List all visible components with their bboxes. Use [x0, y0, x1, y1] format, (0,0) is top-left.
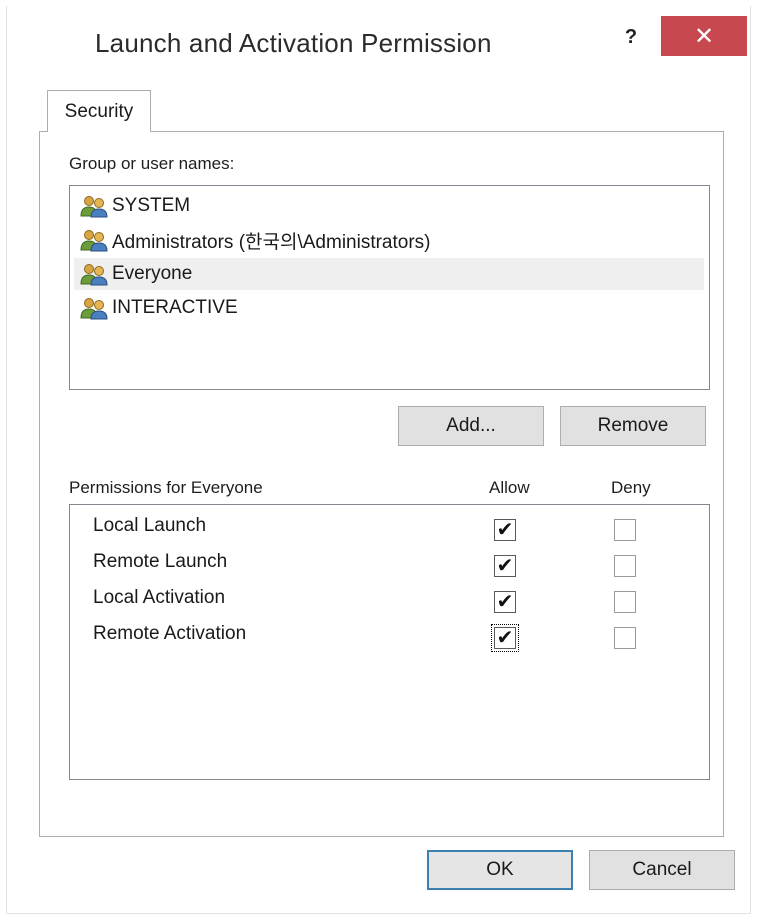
help-button[interactable]: ? — [613, 20, 649, 54]
deny-checkbox[interactable] — [614, 627, 636, 649]
security-tab-panel: Group or user names: SYSTEM Administrator… — [39, 131, 724, 837]
dialog-window: Launch and Activation Permission ? ✕ Sec… — [6, 6, 751, 914]
user-name: INTERACTIVE — [112, 297, 238, 318]
user-name: Administrators (한국의\Administrators) — [112, 231, 431, 253]
users-group-icon — [80, 296, 108, 320]
permissions-list: Local Launch ✔ Remote Launch ✔ Local Activat… — [69, 504, 710, 780]
permission-row: Local Activation ✔ — [70, 583, 709, 619]
allow-checkbox[interactable]: ✔ — [494, 519, 516, 541]
permissions-label: Permissions for Everyone — [69, 478, 263, 497]
checkmark-icon: ✔ — [496, 519, 514, 541]
user-list-item[interactable]: Everyone — [74, 258, 704, 290]
ok-button[interactable]: OK — [427, 850, 573, 890]
permission-name: Remote Launch — [93, 551, 228, 572]
checkmark-icon: ✔ — [496, 627, 514, 649]
allow-checkbox[interactable]: ✔ — [494, 555, 516, 577]
close-icon: ✕ — [693, 22, 715, 50]
group-or-user-names-label: Group or user names: — [69, 154, 235, 173]
add-button[interactable]: Add... — [398, 406, 544, 446]
close-button[interactable]: ✕ — [661, 16, 747, 56]
user-name: Everyone — [112, 263, 193, 284]
permission-row: Remote Launch ✔ — [70, 547, 709, 583]
checkmark-icon: ✔ — [496, 555, 514, 577]
title-bar: Launch and Activation Permission ? ✕ — [7, 6, 750, 78]
deny-checkbox[interactable] — [614, 519, 636, 541]
checkmark-icon: ✔ — [496, 591, 514, 613]
user-name: SYSTEM — [112, 195, 191, 216]
tab-security[interactable]: Security — [47, 90, 151, 132]
allow-column-header: Allow — [489, 478, 530, 497]
deny-checkbox[interactable] — [614, 591, 636, 613]
user-listbox[interactable]: SYSTEM Administrators (한국의\Administrators… — [69, 185, 710, 390]
permission-name: Local Activation — [93, 587, 226, 608]
user-list-item[interactable]: INTERACTIVE — [74, 292, 704, 324]
permission-name: Remote Activation — [93, 623, 247, 644]
cancel-button[interactable]: Cancel — [589, 850, 735, 890]
remove-button[interactable]: Remove — [560, 406, 706, 446]
permission-row: Remote Activation ✔ — [70, 619, 709, 655]
deny-checkbox[interactable] — [614, 555, 636, 577]
users-group-icon — [80, 228, 108, 252]
permission-row: Local Launch ✔ — [70, 511, 709, 547]
users-group-icon — [80, 262, 108, 286]
deny-column-header: Deny — [611, 478, 651, 497]
user-list-item[interactable]: SYSTEM — [74, 190, 704, 222]
allow-checkbox[interactable]: ✔ — [491, 624, 519, 652]
users-group-icon — [80, 194, 108, 218]
user-list-item[interactable]: Administrators (한국의\Administrators) — [74, 224, 704, 256]
allow-checkbox[interactable]: ✔ — [494, 591, 516, 613]
window-title: Launch and Activation Permission — [95, 28, 492, 58]
permission-name: Local Launch — [93, 515, 207, 536]
